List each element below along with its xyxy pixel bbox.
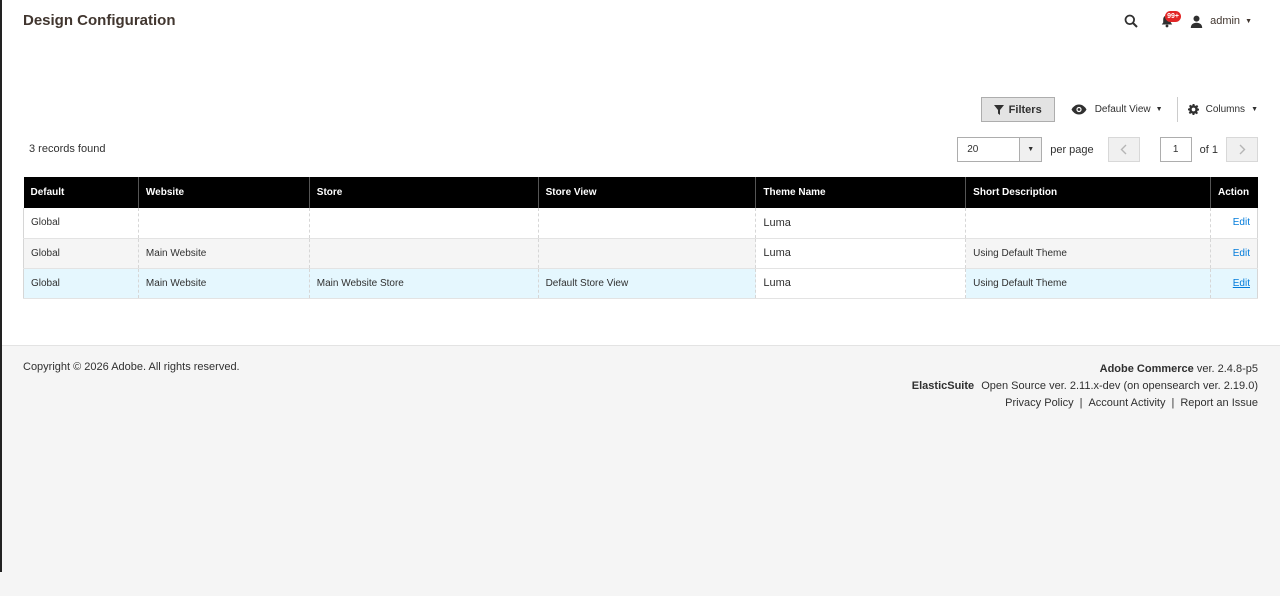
column-header-theme-name[interactable]: Theme Name bbox=[755, 177, 966, 208]
cell-website: Main Website bbox=[137, 268, 310, 299]
grid-header-row: Default Website Store Store View Theme N… bbox=[23, 177, 1258, 208]
cell-theme-name: Luma bbox=[755, 238, 966, 269]
cell-theme-name: Luma bbox=[755, 208, 966, 239]
chevron-down-icon: ▼ bbox=[1251, 106, 1258, 113]
notifications-button[interactable]: 99+ bbox=[1156, 10, 1181, 32]
per-page-value: 20 bbox=[967, 144, 979, 155]
user-name: admin bbox=[1210, 15, 1241, 27]
header-actions: 99+ admin ▼ bbox=[1120, 10, 1252, 32]
cell-short-description bbox=[965, 208, 1211, 239]
cell-short-description: Using Default Theme bbox=[965, 268, 1211, 299]
elasticsuite-version: Open Source ver. 2.11.x-dev (on opensear… bbox=[981, 380, 1258, 392]
filter-icon bbox=[993, 104, 1004, 115]
view-label: Default View bbox=[1094, 104, 1151, 115]
cell-website bbox=[137, 208, 310, 239]
page-number-input[interactable]: 1 bbox=[1159, 137, 1192, 162]
user-menu[interactable]: admin ▼ bbox=[1190, 15, 1252, 28]
cell-action: Edit bbox=[1209, 238, 1259, 269]
account-activity-link[interactable]: Account Activity bbox=[1088, 397, 1165, 409]
column-header-website[interactable]: Website bbox=[137, 177, 310, 208]
gear-icon bbox=[1187, 104, 1199, 115]
eye-icon bbox=[1071, 104, 1087, 115]
cell-store-view bbox=[537, 238, 756, 269]
cell-website: Main Website bbox=[137, 238, 310, 269]
edit-link[interactable]: Edit bbox=[1233, 217, 1250, 228]
product-version: ver. 2.4.8-p5 bbox=[1196, 363, 1258, 375]
table-row[interactable]: Global Main Website Main Website Store D… bbox=[23, 268, 1259, 299]
cell-default: Global bbox=[23, 238, 139, 269]
next-page-button[interactable] bbox=[1226, 137, 1258, 162]
table-row[interactable]: Global Main Website Luma Using Default T… bbox=[23, 238, 1259, 269]
footer-links: Privacy Policy | Account Activity | Report a… bbox=[1005, 397, 1258, 409]
cell-theme-name: Luma bbox=[755, 268, 966, 299]
footer-info: Adobe Commerce ver. 2.4.8-p5 ElasticSuit… bbox=[912, 361, 1258, 412]
column-header-action: Action bbox=[1209, 177, 1258, 208]
cell-store-view bbox=[537, 208, 756, 239]
notification-badge: 99+ bbox=[1165, 11, 1181, 22]
pager: 20 ▼ per page 1 of 1 bbox=[957, 137, 1258, 162]
column-header-store[interactable]: Store bbox=[308, 177, 539, 208]
columns-control[interactable]: Columns ▼ bbox=[1187, 104, 1258, 115]
view-switcher[interactable]: Default View ▼ bbox=[1071, 97, 1178, 122]
page-title: Design Configuration bbox=[23, 12, 176, 29]
grid-toolbar: Filters Default View ▼ Columns ▼ bbox=[980, 97, 1258, 122]
column-header-store-view[interactable]: Store View bbox=[537, 177, 756, 208]
cell-store bbox=[308, 208, 539, 239]
product-version-line: Adobe Commerce ver. 2.4.8-p5 bbox=[912, 361, 1258, 378]
footer-copyright: Copyright © 2026 Adobe. All rights reser… bbox=[23, 361, 240, 373]
cell-store bbox=[308, 238, 539, 269]
elasticsuite-name: ElasticSuite bbox=[911, 380, 975, 392]
report-issue-link[interactable]: Report an Issue bbox=[1180, 397, 1258, 409]
cell-action: Edit bbox=[1209, 268, 1259, 299]
edit-link[interactable]: Edit bbox=[1233, 248, 1250, 259]
chevron-down-icon: ▼ bbox=[1155, 106, 1163, 113]
chevron-down-icon: ▼ bbox=[1245, 17, 1252, 25]
chevron-left-icon bbox=[1120, 144, 1127, 155]
column-header-short-description[interactable]: Short Description bbox=[965, 177, 1211, 208]
page-total: of 1 bbox=[1199, 143, 1218, 156]
privacy-policy-link[interactable]: Privacy Policy bbox=[1005, 397, 1073, 409]
cell-store: Main Website Store bbox=[308, 268, 539, 299]
previous-page-button[interactable] bbox=[1107, 137, 1140, 162]
cell-short-description: Using Default Theme bbox=[965, 238, 1211, 269]
edit-link[interactable]: Edit bbox=[1233, 278, 1250, 289]
cell-default: Global bbox=[23, 268, 139, 299]
cell-action: Edit bbox=[1209, 208, 1259, 239]
cell-store-view: Default Store View bbox=[537, 268, 756, 299]
user-icon bbox=[1190, 15, 1203, 28]
per-page-select[interactable]: 20 ▼ bbox=[957, 137, 1043, 162]
search-icon[interactable] bbox=[1120, 10, 1142, 32]
chevron-down-icon[interactable]: ▼ bbox=[1019, 138, 1042, 161]
page-content: Design Configuration 99+ admin ▼ Filters… bbox=[2, 0, 1280, 346]
records-count: 3 records found bbox=[29, 143, 106, 155]
cell-default: Global bbox=[23, 208, 139, 239]
chevron-right-icon bbox=[1239, 144, 1245, 155]
per-page-label: per page bbox=[1050, 143, 1094, 156]
design-config-grid: Default Website Store Store View Theme N… bbox=[23, 177, 1259, 299]
filters-button[interactable]: Filters bbox=[980, 97, 1055, 122]
product-name: Adobe Commerce bbox=[1099, 363, 1194, 375]
elasticsuite-line: ElasticSuite Open Source ver. 2.11.x-dev… bbox=[912, 378, 1258, 395]
table-row[interactable]: Global Luma Edit bbox=[23, 208, 1259, 239]
columns-label: Columns bbox=[1205, 104, 1246, 115]
column-header-default[interactable]: Default bbox=[23, 177, 139, 208]
filters-label: Filters bbox=[1008, 103, 1042, 116]
